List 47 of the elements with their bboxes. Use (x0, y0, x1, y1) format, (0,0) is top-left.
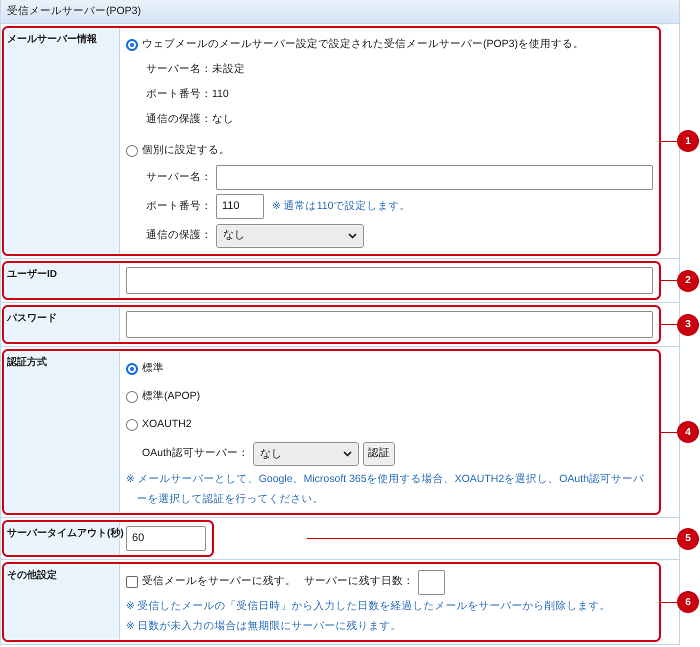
note-text: ※ 受信したメールの「受信日時」から入力した日数を経過したメールをサーバーから削除します。 (126, 599, 611, 614)
checkbox-label: 受信メールをサーバーに残す。 (142, 574, 296, 590)
field-label: OAuth認可サーバー： (142, 446, 249, 462)
radio-button[interactable] (126, 419, 138, 431)
note-text: ※ 日数が未入力の場合は無期限にサーバーに残ります。 (126, 619, 402, 634)
callout-number: 1 (677, 130, 699, 152)
option-label: 標準 (142, 361, 164, 376)
row-label: パスワード (4, 307, 120, 342)
info-text: 通信の保護：なし (146, 112, 234, 127)
info-text: サーバー名：未設定 (146, 62, 245, 77)
row-label: 認証方式 (4, 351, 120, 513)
field-label: サーバーに残す日数： (304, 574, 414, 590)
callout-number: 6 (677, 591, 699, 613)
option-label: XOAUTH2 (142, 417, 192, 432)
info-text: ポート番号：110 (146, 86, 229, 102)
days-field[interactable] (418, 570, 445, 594)
field-label: ポート番号： (146, 198, 212, 214)
callout-number: 3 (677, 314, 699, 336)
option-label: 個別に設定する。 (142, 142, 230, 158)
radio-button[interactable] (126, 144, 138, 156)
port-field[interactable]: 110 (216, 194, 264, 219)
field-label: サーバー名： (146, 170, 212, 185)
row-label: その他設定 (4, 564, 120, 640)
row-label: メールサーバー情報 (4, 28, 120, 254)
server-name-field[interactable] (216, 165, 653, 190)
oauth-select[interactable]: なし (252, 442, 359, 466)
callout-number: 2 (677, 270, 699, 292)
timeout-field[interactable]: 60 (126, 526, 206, 551)
option-label: 標準(APOP) (142, 389, 200, 404)
note-text: ※ 通常は110で設定します。 (272, 198, 410, 214)
option-label: ウェブメールのメールサーバー設定で設定された受信メールサーバー(POP3)を使用する。 (142, 36, 584, 52)
checkbox[interactable] (126, 576, 138, 588)
radio-button[interactable] (126, 38, 138, 50)
field-label: 通信の保護： (146, 228, 212, 243)
radio-button[interactable] (126, 363, 138, 375)
callout-number: 5 (677, 528, 699, 550)
auth-button[interactable]: 認証 (362, 442, 395, 466)
row-label: ユーザーID (4, 263, 120, 298)
chevron-icon (342, 451, 352, 457)
security-select[interactable]: なし (216, 224, 364, 248)
text-input-field[interactable] (126, 311, 653, 338)
callout-number: 4 (677, 421, 699, 443)
radio-button[interactable] (126, 391, 138, 403)
text-input-field[interactable] (126, 267, 653, 294)
chevron-icon (348, 232, 357, 238)
section-title: 受信メールサーバー(POP3) (1, 0, 679, 24)
note-text: ※ メールサーバーとして、Google、Microsoft 365を使用する場合、XOAUTH2を選択し、OAuth認可サーバーを選択して認証を行ってください。 (126, 472, 645, 507)
